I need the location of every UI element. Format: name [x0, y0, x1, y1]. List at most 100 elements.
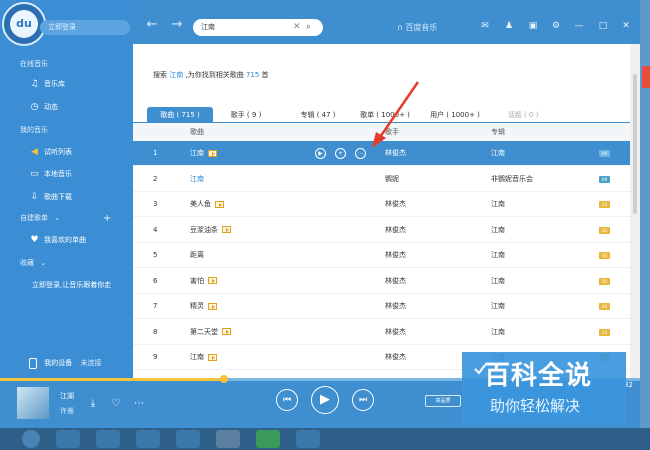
- quality-badge: HR: [599, 175, 610, 183]
- song-cell[interactable]: 豆浆油条: [190, 218, 231, 243]
- settings-icon[interactable]: ⚙: [550, 20, 562, 32]
- sidebar-item-label: 我喜欢的单曲: [44, 236, 86, 244]
- mv-icon[interactable]: [222, 328, 231, 335]
- sidebar-item-label: 本地音乐: [44, 170, 72, 178]
- search-input[interactable]: 江南 ✕ ⌕: [193, 19, 323, 36]
- play-icon[interactable]: ▶: [315, 148, 326, 159]
- taskbar-app-music[interactable]: [96, 430, 120, 448]
- search-icon[interactable]: ⌕: [306, 19, 311, 36]
- artist-cell: 林俊杰: [385, 225, 406, 234]
- song-cell[interactable]: 江南: [190, 167, 204, 192]
- scrollbar-thumb[interactable]: [633, 74, 637, 214]
- taskbar-app-photo[interactable]: [216, 430, 240, 448]
- collection-title: 收藏: [20, 259, 34, 267]
- toolbox-icon[interactable]: ▣: [527, 20, 539, 32]
- album-cell: 江南: [491, 149, 505, 157]
- clear-icon[interactable]: ✕: [293, 19, 301, 36]
- more-icon[interactable]: ⋯: [355, 148, 366, 159]
- taskbar-app-chat[interactable]: [256, 430, 280, 448]
- row-number: 2: [153, 174, 158, 183]
- now-playing-artist[interactable]: 许嵩: [60, 406, 74, 416]
- tab-artists[interactable]: 歌手 ( 9 ): [221, 107, 271, 123]
- taskbar-app-mail[interactable]: [176, 430, 200, 448]
- mv-icon[interactable]: [208, 149, 217, 157]
- progress-knob[interactable]: [220, 375, 228, 383]
- minimize-icon[interactable]: —: [573, 20, 585, 32]
- song-cell[interactable]: 美人鱼: [190, 192, 224, 217]
- tab-albums[interactable]: 专辑 ( 47 ): [293, 107, 343, 123]
- taskbar-app-ie[interactable]: [56, 430, 80, 448]
- mv-icon[interactable]: [208, 302, 217, 310]
- column-album[interactable]: 专辑: [491, 123, 505, 141]
- mv-icon[interactable]: [208, 277, 217, 284]
- add-icon[interactable]: +: [335, 148, 346, 159]
- table-row[interactable]: 5 距离 林俊杰 江南 SQ: [133, 243, 630, 268]
- column-song[interactable]: 歌曲: [190, 123, 204, 141]
- sidebar-item-activity[interactable]: ◷ 动态: [0, 99, 133, 116]
- table-row[interactable]: 2 江南 鹦妮 非鹦妮音乐会 HR: [133, 167, 630, 192]
- sidebar-login-prompt[interactable]: 立即登录,让音乐跟着你走: [0, 277, 133, 294]
- table-row[interactable]: 6 害怕 林俊杰 江南 SQ: [133, 269, 630, 294]
- scrollbar[interactable]: [630, 44, 640, 378]
- login-button[interactable]: 立即登录: [40, 20, 130, 35]
- taskbar-app-files[interactable]: [296, 430, 320, 448]
- forward-arrow-icon[interactable]: →: [170, 18, 184, 32]
- table-row[interactable]: 4 豆浆油条 林俊杰 江南 SQ: [133, 218, 630, 243]
- heart-icon[interactable]: ♡: [110, 398, 122, 410]
- mv-icon[interactable]: [222, 226, 231, 233]
- close-icon[interactable]: ✕: [620, 20, 632, 32]
- my-device[interactable]: 我的设备 未连接: [13, 353, 133, 373]
- maximize-icon[interactable]: □: [597, 20, 609, 32]
- mv-icon[interactable]: [215, 200, 224, 208]
- song-cell[interactable]: 精灵: [190, 294, 217, 319]
- tab-songs[interactable]: 歌曲 ( 715 ): [147, 107, 213, 123]
- back-arrow-icon[interactable]: ←: [145, 18, 159, 32]
- previous-button[interactable]: ⏮: [276, 389, 298, 411]
- song-cell[interactable]: 第二天堂: [190, 320, 231, 345]
- mv-icon[interactable]: [208, 353, 217, 361]
- more-icon[interactable]: ⋯: [133, 398, 145, 410]
- song-cell[interactable]: 害怕: [190, 269, 217, 294]
- row-number: 6: [153, 276, 158, 285]
- table-row[interactable]: 8 第二天堂 林俊杰 江南 SQ: [133, 320, 630, 345]
- table-row[interactable]: 3 美人鱼 林俊杰 江南 SQ: [133, 192, 630, 217]
- app-logo[interactable]: du: [2, 2, 46, 46]
- phone-icon: [29, 357, 37, 369]
- sidebar-item-local-music[interactable]: ▭ 本地音乐: [0, 166, 133, 183]
- album-cover[interactable]: [17, 387, 49, 419]
- music-note-icon: ♫: [30, 79, 39, 89]
- quality-selector[interactable]: 高品质: [425, 395, 461, 407]
- song-title: 害怕: [190, 276, 204, 285]
- album-cell: 江南: [491, 302, 505, 310]
- skin-icon[interactable]: ♟: [503, 20, 515, 32]
- download-icon[interactable]: ⤓: [87, 398, 99, 410]
- sidebar-item-favorites[interactable]: ♥ 我喜欢的单曲: [0, 232, 133, 249]
- section-collection[interactable]: 收藏 ⌄: [0, 255, 133, 272]
- song-cell[interactable]: 江南: [190, 141, 217, 166]
- next-button[interactable]: ⏭: [352, 389, 374, 411]
- mail-icon[interactable]: ✉: [479, 20, 491, 32]
- brand-link[interactable]: ∩ 百度音乐: [397, 19, 437, 36]
- sidebar-item-preview-list[interactable]: ◀ 试听列表: [0, 144, 133, 161]
- sidebar-item-music-library[interactable]: ♫ 音乐库: [0, 76, 133, 93]
- now-playing-title[interactable]: 江湖: [60, 391, 74, 401]
- tab-topics[interactable]: 话题 ( 0 ): [498, 107, 548, 123]
- add-playlist-icon[interactable]: +: [103, 210, 111, 227]
- song-cell[interactable]: 距离: [190, 243, 204, 268]
- tab-users[interactable]: 用户 ( 1000+ ): [425, 107, 485, 123]
- table-row[interactable]: 7 精灵 林俊杰 江南 SQ: [133, 294, 630, 319]
- song-cell[interactable]: 江南: [190, 345, 217, 370]
- row-number: 5: [153, 251, 158, 259]
- brand-label: 百度音乐: [405, 23, 438, 32]
- section-playlists[interactable]: 自建歌单 ⌄ +: [0, 210, 133, 227]
- annotation-arrow: [372, 81, 420, 148]
- song-title: 江南: [190, 149, 204, 157]
- sidebar-item-label: 歌曲下载: [44, 193, 72, 201]
- taskbar-app-browser[interactable]: [136, 430, 160, 448]
- sidebar-item-downloads[interactable]: ⇩ 歌曲下载: [0, 189, 133, 206]
- quality-badge: SQ: [599, 226, 610, 234]
- monitor-icon: ▭: [30, 169, 39, 179]
- play-button[interactable]: ▶: [311, 386, 339, 414]
- row-number: 9: [153, 353, 158, 361]
- start-button[interactable]: [22, 430, 40, 448]
